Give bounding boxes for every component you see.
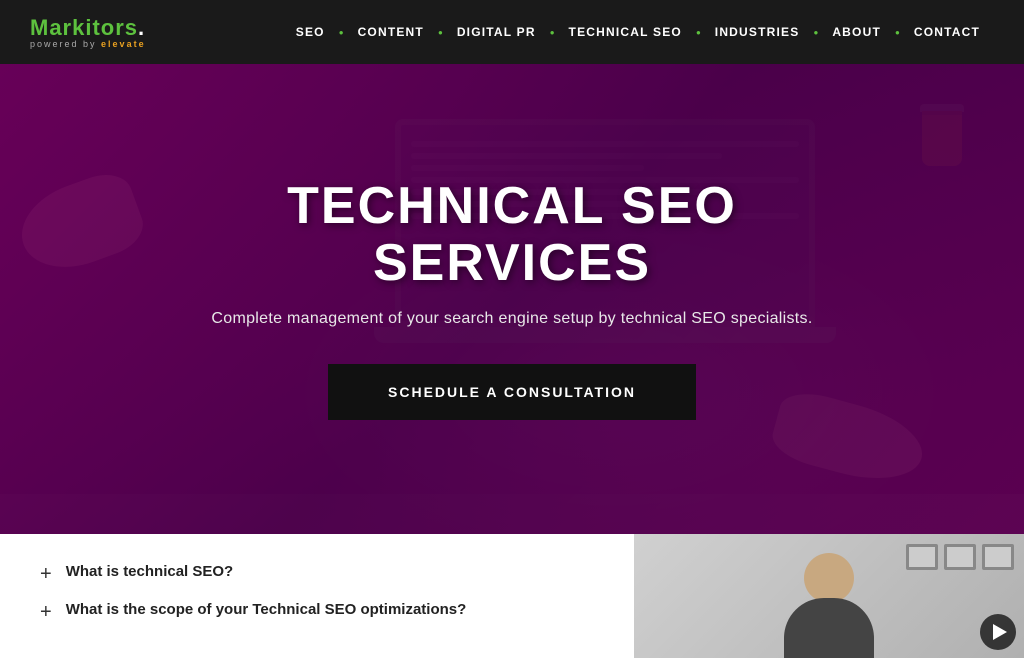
- wall-frame-3: [982, 544, 1014, 570]
- wall-frame-1: [906, 544, 938, 570]
- faq-question-1: What is technical SEO?: [66, 562, 234, 582]
- nav-item-content[interactable]: CONTENT: [344, 25, 438, 39]
- navbar: Markitors. powered by elevate SEO ● CONT…: [0, 0, 1024, 64]
- faq-expand-icon-2[interactable]: +: [40, 602, 52, 622]
- wall-frames-decoration: [906, 544, 1014, 570]
- logo-text: Markitors.: [30, 15, 146, 41]
- faq-area: + What is technical SEO? + What is the s…: [0, 534, 634, 658]
- logo-sub: powered by elevate: [30, 39, 146, 49]
- hero-section: TECHNICAL SEO SERVICES Complete manageme…: [0, 64, 1024, 534]
- nav-item-contact[interactable]: CONTACT: [900, 25, 994, 39]
- play-button[interactable]: [980, 614, 1016, 650]
- nav-item-industries[interactable]: INDUSTRIES: [701, 25, 814, 39]
- person-body: [784, 598, 874, 658]
- hero-content: TECHNICAL SEO SERVICES Complete manageme…: [162, 178, 862, 420]
- video-person: [784, 553, 874, 658]
- nav-links: SEO ● CONTENT ● DIGITAL PR ● TECHNICAL S…: [282, 25, 994, 39]
- nav-item-digital-pr[interactable]: DIGITAL PR: [443, 25, 550, 39]
- logo[interactable]: Markitors. powered by elevate: [30, 15, 146, 49]
- play-icon: [993, 624, 1007, 640]
- faq-item-2[interactable]: + What is the scope of your Technical SE…: [40, 600, 594, 622]
- nav-item-about[interactable]: ABOUT: [818, 25, 895, 39]
- faq-question-2: What is the scope of your Technical SEO …: [66, 600, 467, 620]
- hero-subtitle: Complete management of your search engin…: [182, 310, 842, 328]
- person-head: [804, 553, 854, 603]
- wall-frame-2: [944, 544, 976, 570]
- cta-button[interactable]: SCHEDULE A CONSULTATION: [328, 364, 696, 420]
- faq-expand-icon-1[interactable]: +: [40, 564, 52, 584]
- bottom-section: + What is technical SEO? + What is the s…: [0, 534, 1024, 658]
- nav-item-seo[interactable]: SEO: [282, 25, 339, 39]
- hero-title: TECHNICAL SEO SERVICES: [182, 178, 842, 292]
- faq-item-1[interactable]: + What is technical SEO?: [40, 562, 594, 584]
- nav-item-technical-seo[interactable]: TECHNICAL SEO: [555, 25, 696, 39]
- video-thumbnail[interactable]: [634, 534, 1024, 658]
